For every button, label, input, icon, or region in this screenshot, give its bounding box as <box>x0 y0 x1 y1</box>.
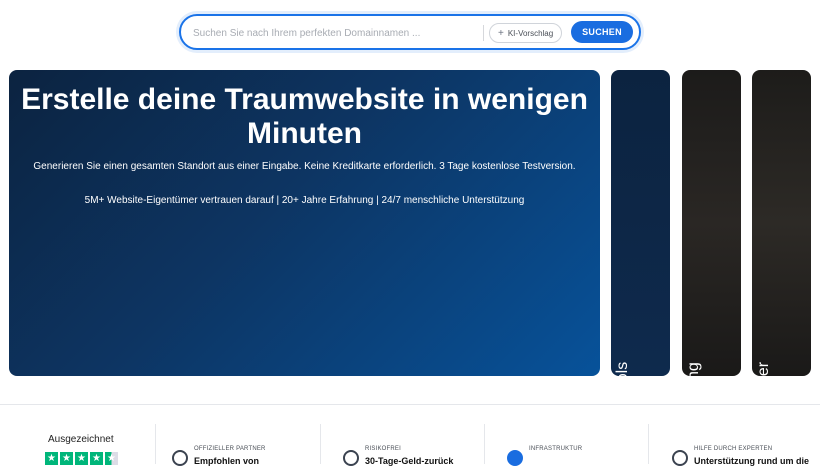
star-icon: ★ <box>90 452 103 465</box>
feature-separator <box>484 424 485 464</box>
search-button[interactable]: SUCHEN <box>571 21 633 43</box>
card-entwickler-label: Entwickler <box>755 362 773 376</box>
rating-label: Ausgezeichnet <box>48 434 114 445</box>
feature-separator <box>320 424 321 464</box>
feature-text: 30-Tage-Geld-zurück <box>365 456 454 466</box>
plus-icon: + <box>498 27 504 39</box>
search-divider <box>483 25 484 41</box>
feature-heading: HILFE DURCH EXPERTEN <box>694 446 773 452</box>
card-ki-tools[interactable]: KI-Tools <box>611 70 670 376</box>
ai-suggestion-button[interactable]: + KI-Vorschlag <box>489 23 563 43</box>
hero-banner: Erstelle deine Traumwebsite in wenigen M… <box>9 70 600 376</box>
card-webhosting-label: Webhosting <box>685 362 703 376</box>
refund-icon <box>343 450 359 466</box>
ai-suggestion-label: KI-Vorschlag <box>507 28 554 38</box>
feature-heading: INFRASTRUKTUR <box>529 446 583 452</box>
feature-separator <box>155 424 156 464</box>
card-ki-tools-label: KI-Tools <box>614 362 632 376</box>
feature-heading: RISIKOFREI <box>365 446 402 452</box>
hero-title: Erstelle deine Traumwebsite in wenigen M… <box>21 83 588 150</box>
card-webhosting[interactable]: Webhosting <box>682 70 741 376</box>
support-icon <box>672 450 688 466</box>
feature-heading: OFFIZIELLER PARTNER <box>194 446 266 452</box>
domain-search-bar: + KI-Vorschlag SUCHEN <box>179 14 641 50</box>
feature-text: Unterstützung rund um die <box>694 456 809 466</box>
feature-separator <box>648 424 649 464</box>
hero-trust-line: 5M+ Website-Eigentümer vertrauen darauf … <box>84 195 525 206</box>
rating-stars: ★ ★ ★ ★ ★ <box>45 452 118 465</box>
domain-search-input[interactable] <box>193 23 483 43</box>
card-entwickler[interactable]: Entwickler <box>752 70 811 376</box>
feature-text: Empfohlen von <box>194 456 259 466</box>
star-half-icon: ★ <box>105 452 118 465</box>
star-icon: ★ <box>60 452 73 465</box>
star-icon: ★ <box>75 452 88 465</box>
check-shield-icon <box>507 450 523 466</box>
star-icon: ★ <box>45 452 58 465</box>
wordpress-icon <box>172 450 188 466</box>
section-divider <box>0 404 820 405</box>
hero-subtitle: Generieren Sie einen gesamten Standort a… <box>33 161 576 172</box>
